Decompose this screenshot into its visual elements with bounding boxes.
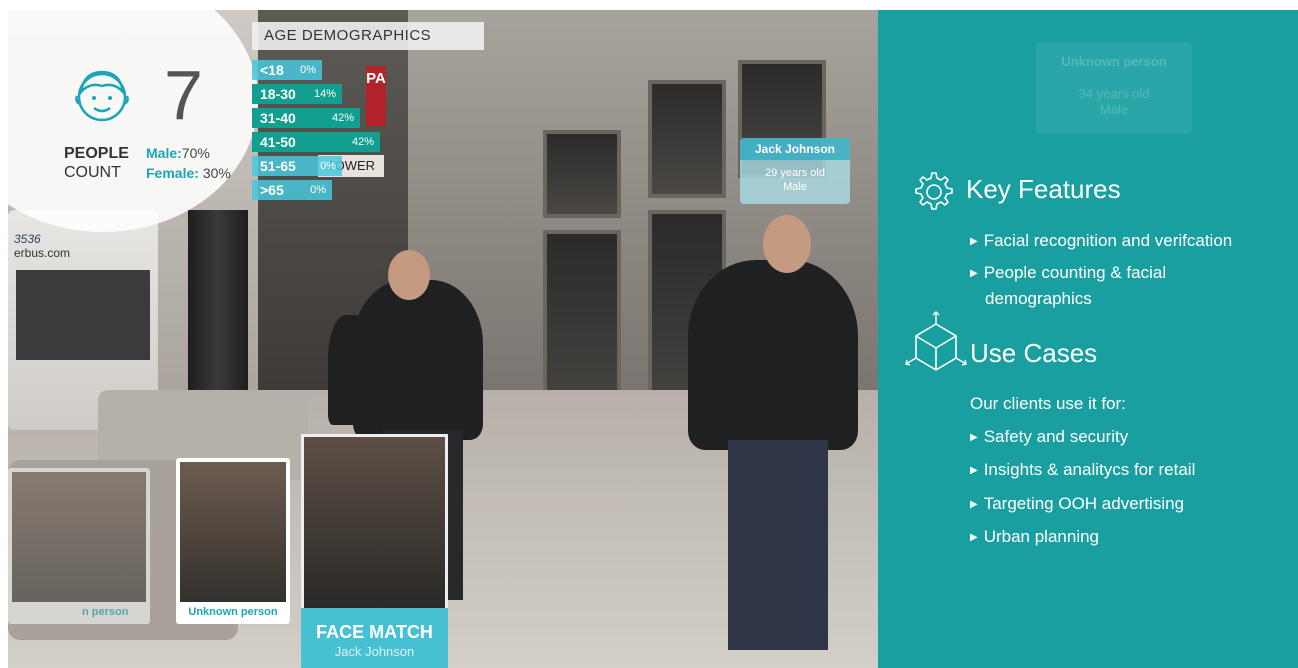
use-case-item: ▶ Safety and security <box>970 427 1129 446</box>
female-ratio: Female: 30% <box>146 165 231 181</box>
face-photo <box>12 472 146 602</box>
feature-item-continued: demographics <box>985 289 1092 308</box>
pedestrian-head <box>763 215 811 273</box>
use-case-item: ▶ Targeting OOH advertising <box>970 494 1185 513</box>
age-row-label: 18-30 <box>260 86 296 102</box>
face-card: Unknown person <box>176 458 290 624</box>
use-cases-title: Use Cases <box>970 338 1098 368</box>
use-cases-intro: Our clients use it for: <box>970 394 1126 413</box>
face-card-caption: Unknown person <box>188 606 278 618</box>
age-row-percent: 0% <box>310 184 326 196</box>
name-tag-details: 29 years old Male <box>740 160 850 204</box>
ghost-name-tag: Unknown person 34 years old Male <box>1036 42 1192 134</box>
bus-window <box>16 270 150 360</box>
face-icon <box>75 70 129 122</box>
feature-item: ▶ People counting & facial <box>970 263 1167 282</box>
age-row-percent: 42% <box>351 136 374 148</box>
age-row-percent: 42% <box>331 112 354 124</box>
age-row: 51-65 0% <box>252 156 342 176</box>
face-match-card: FACE MATCH Jack Johnson <box>301 434 448 668</box>
pedestrian-jack-johnson <box>688 260 858 450</box>
face-name-tag: Jack Johnson 29 years old Male <box>740 138 850 204</box>
key-features-title: Key Features <box>966 174 1121 204</box>
age-row-percent: 0% <box>320 160 336 172</box>
age-row-percent: 0% <box>300 64 316 76</box>
face-photo <box>180 462 286 602</box>
face-match-photo <box>304 437 445 608</box>
count-label: COUNT <box>64 164 121 181</box>
age-row-label: 31-40 <box>260 110 296 126</box>
age-row-label: >65 <box>260 182 284 198</box>
face-card: n person <box>8 468 150 624</box>
window <box>543 130 621 218</box>
age-row: 41-50 42% <box>252 132 380 152</box>
male-ratio: Male:70% <box>146 145 210 161</box>
pedestrian-legs <box>728 440 828 650</box>
age-row-percent: 14% <box>313 88 336 100</box>
face-match-bar: FACE MATCH Jack Johnson <box>301 608 448 668</box>
people-label: PEOPLE <box>64 145 129 162</box>
cube-icon <box>905 311 967 371</box>
bus-number: 3536 erbus.com <box>14 232 71 260</box>
info-panel: Unknown person 34 years old Male Key Fea… <box>878 10 1298 668</box>
pedestrian-head <box>388 250 430 300</box>
age-row-label: 51-65 <box>260 158 296 174</box>
face-match-name: Jack Johnson <box>334 644 415 659</box>
use-case-item: ▶ Insights & analitycs for retail <box>970 460 1196 479</box>
pedestrian-background <box>328 315 373 425</box>
age-demographics-title: AGE DEMOGRAPHICS <box>252 22 484 50</box>
name-tag-name: Jack Johnson <box>740 138 850 160</box>
use-case-item: ▶ Urban planning <box>970 527 1100 546</box>
people-count-value: 7 <box>164 56 203 134</box>
age-row-label: 41-50 <box>260 134 296 150</box>
feature-item: ▶ Facial recognition and verifcation <box>970 231 1233 250</box>
video-frame: PA TOWER 3536 erbus.com 7 PEOPLE COUNT Ma… <box>8 10 1298 668</box>
face-card-caption: n person <box>82 606 129 618</box>
pa-sign: PA <box>366 66 386 126</box>
window <box>648 80 726 198</box>
gear-icon <box>915 172 953 210</box>
age-row: <18 0% <box>252 60 322 80</box>
age-row: 18-30 14% <box>252 84 342 104</box>
age-row: 31-40 42% <box>252 108 360 128</box>
face-match-title: FACE MATCH <box>316 622 433 642</box>
age-row: >65 0% <box>252 180 332 200</box>
age-row-label: <18 <box>260 62 284 78</box>
